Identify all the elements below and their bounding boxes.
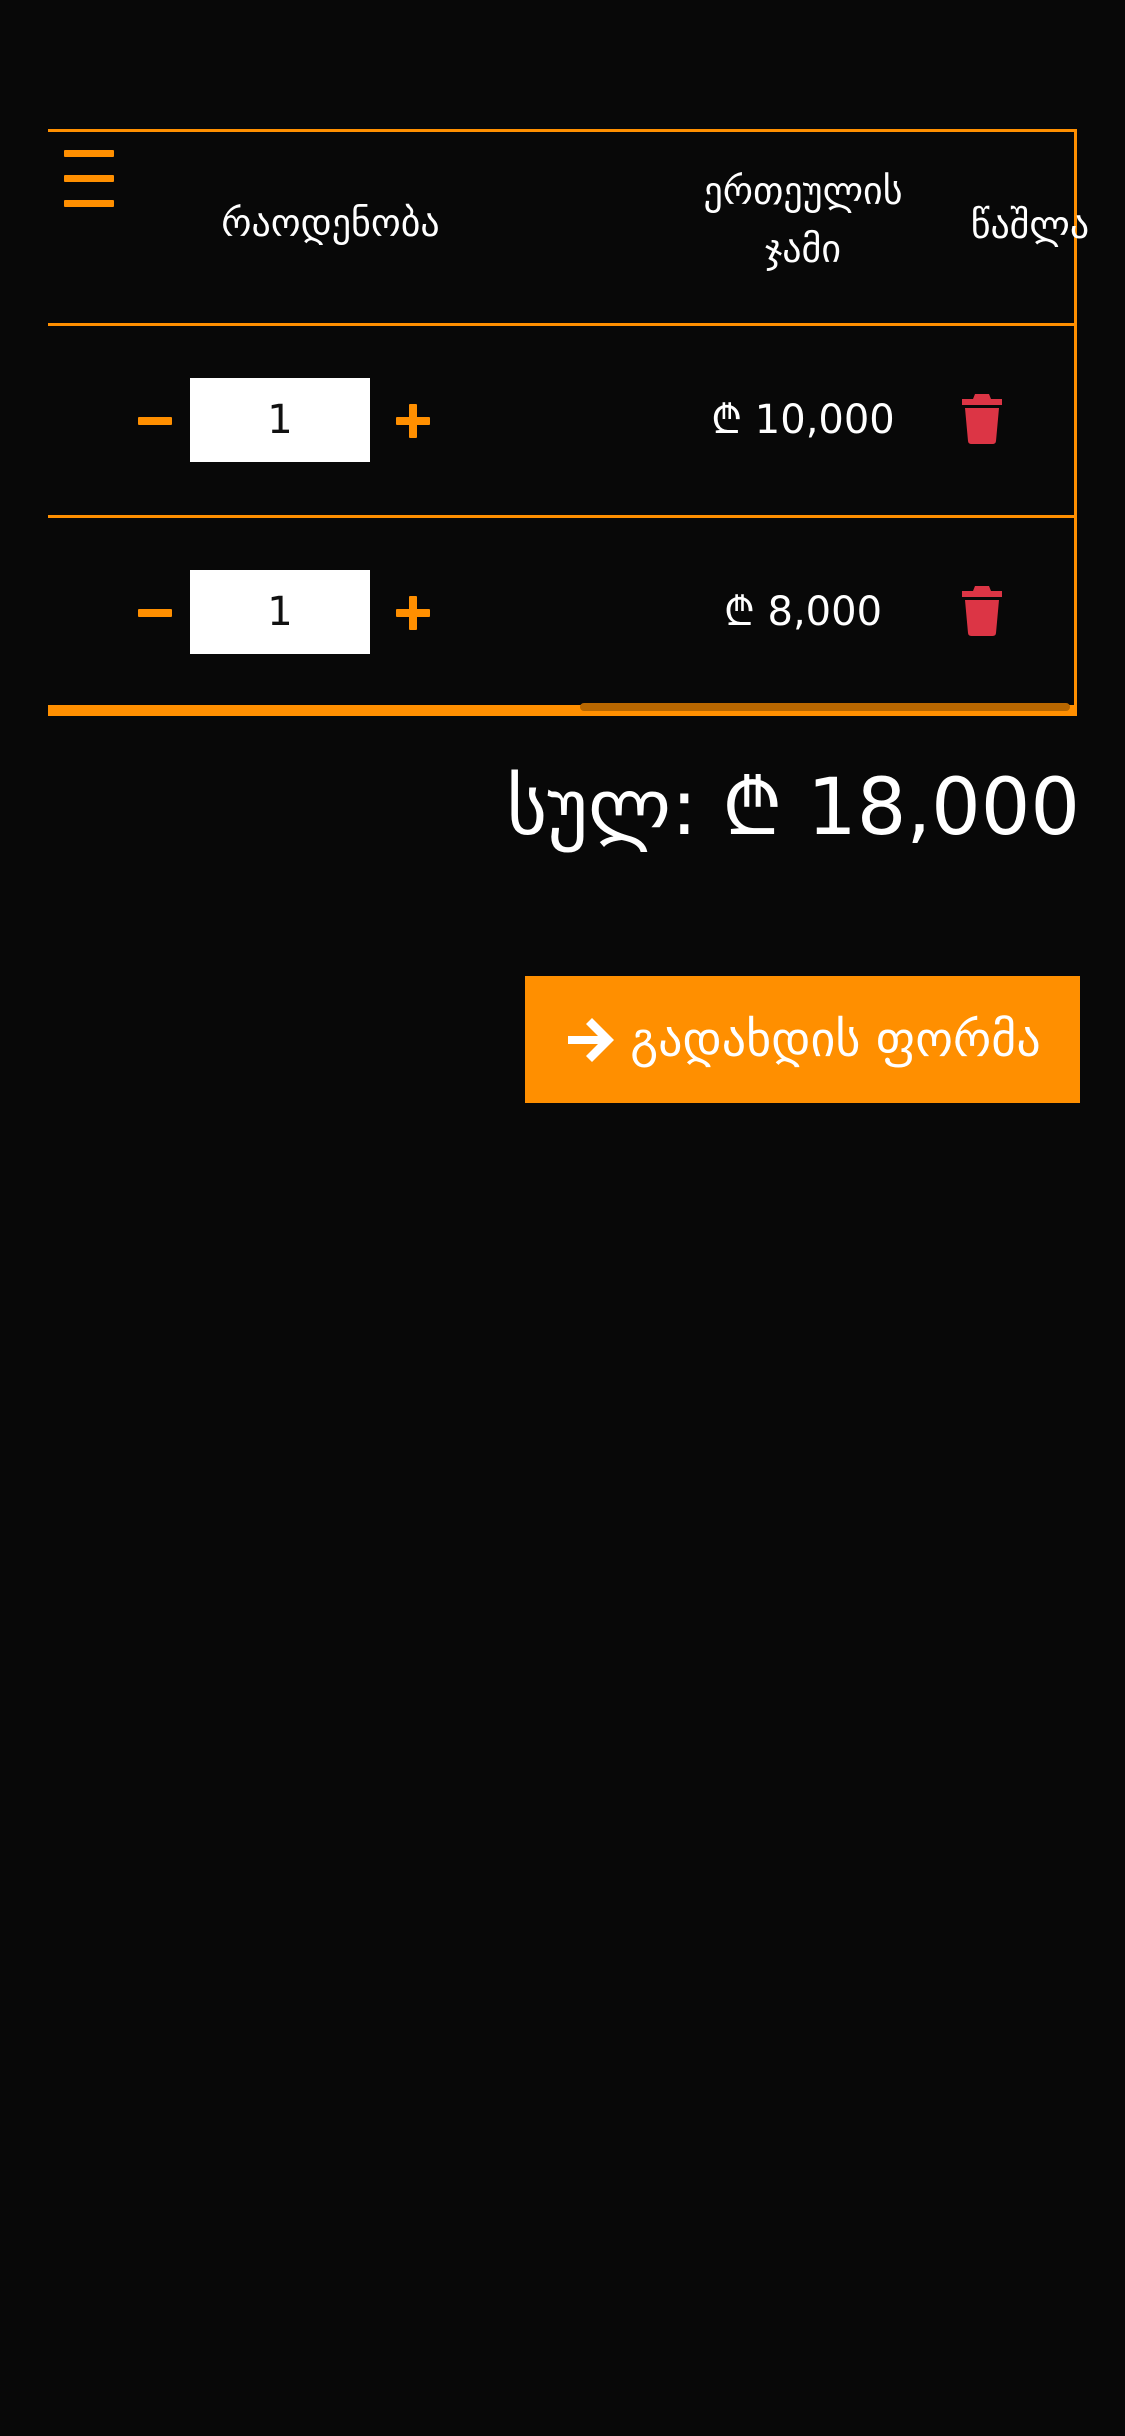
trash-icon[interactable]: [960, 392, 1004, 444]
menu-icon[interactable]: [64, 150, 114, 208]
cart-table: რაოდენობა ერთეულის ჯამი წაშლა ₾ 10,000 ₾…: [48, 129, 1089, 712]
arrow-right-icon: [568, 1017, 615, 1062]
table-row: ₾ 8,000: [48, 518, 1074, 708]
trash-icon[interactable]: [960, 584, 1004, 636]
header-quantity: რაოდენობა: [221, 201, 440, 245]
decrease-quantity-button[interactable]: [130, 396, 180, 446]
scrollbar-thumb[interactable]: [580, 703, 1070, 711]
checkout-label: გადახდის ფორმა: [630, 1011, 1041, 1068]
checkout-button[interactable]: გადახდის ფორმა: [525, 976, 1080, 1103]
unit-price: ₾ 8,000: [723, 589, 883, 635]
table-header-row: რაოდენობა ერთეულის ჯამი წაშლა: [48, 132, 1089, 326]
header-delete: წაშლა: [970, 203, 1090, 247]
increase-quantity-button[interactable]: [388, 588, 438, 638]
table-row: ₾ 10,000: [48, 326, 1074, 518]
unit-price: ₾ 10,000: [711, 397, 895, 443]
quantity-input[interactable]: [190, 378, 370, 462]
increase-quantity-button[interactable]: [388, 396, 438, 446]
decrease-quantity-button[interactable]: [130, 588, 180, 638]
cart-total: სულ: ₾ 18,000: [506, 763, 1080, 853]
quantity-input[interactable]: [190, 570, 370, 654]
